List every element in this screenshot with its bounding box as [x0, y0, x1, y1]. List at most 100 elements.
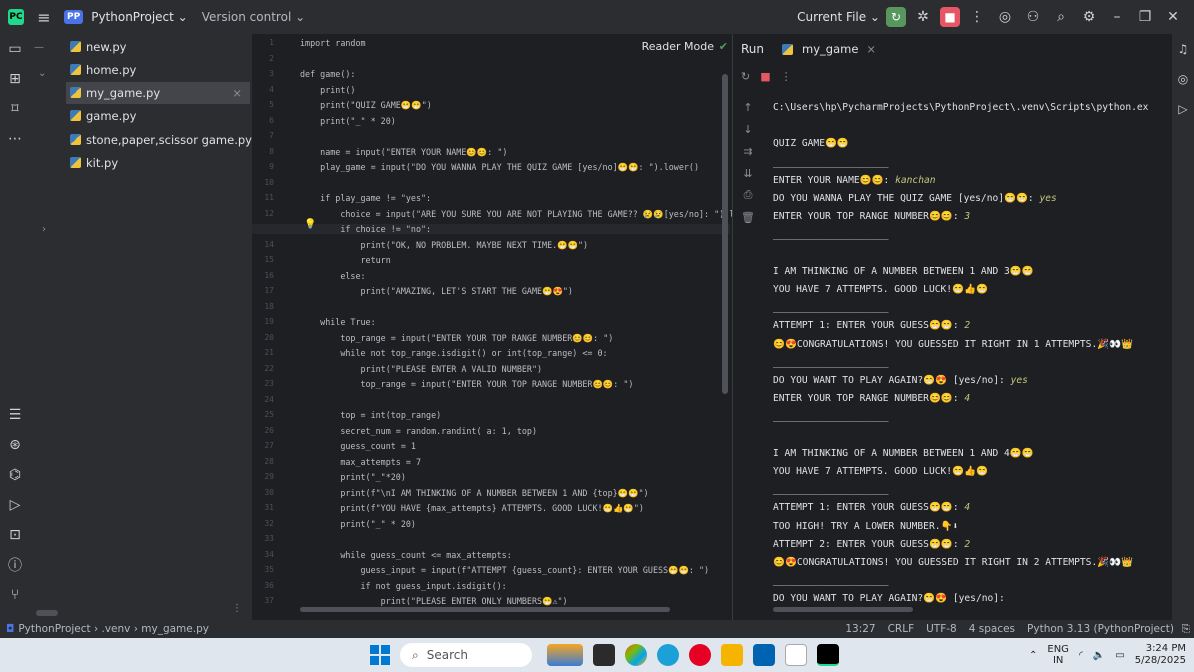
clock[interactable]: 3:24 PM 5/28/2025 — [1135, 643, 1186, 667]
wifi-icon[interactable]: ◜ — [1079, 650, 1083, 661]
notepad-icon[interactable] — [785, 644, 807, 666]
python-packages-icon[interactable]: ⊛ — [0, 430, 30, 460]
widgets-icon[interactable] — [547, 644, 583, 666]
pycharm-taskbar-icon[interactable] — [817, 644, 839, 666]
close-tab-icon[interactable]: × — [232, 82, 242, 104]
code-line[interactable]: else: — [300, 271, 365, 281]
line-separator[interactable]: CRLF — [888, 623, 915, 635]
code-line[interactable]: import random — [300, 38, 366, 48]
share-icon[interactable]: ⎘ — [1182, 623, 1190, 636]
editor-vertical-scrollbar[interactable] — [722, 74, 728, 394]
code-line[interactable]: top_range = input("ENTER YOUR TOP RANGE … — [300, 379, 634, 390]
debug-icon[interactable]: ✲ — [912, 9, 934, 25]
chevron-down-icon[interactable]: ⌄ — [38, 68, 46, 79]
terminal-icon[interactable]: ⊡ — [0, 520, 30, 550]
more-tools-icon[interactable]: ⋯ — [0, 124, 30, 154]
project-selector[interactable]: PythonProject ⌄ — [91, 10, 188, 24]
services-icon[interactable]: ▷ — [0, 490, 30, 520]
reader-mode-toggle[interactable]: Reader Mode — [642, 40, 714, 53]
breadcrumb[interactable]: PythonProject › .venv › my_game.py — [18, 623, 209, 635]
code-line[interactable]: secret_num = random.randint( a: 1, top) — [300, 426, 537, 436]
tree-item-stone-paper-scissor[interactable]: stone,paper,scissor game.py — [70, 129, 252, 151]
rerun-icon[interactable]: ↻ — [741, 70, 750, 83]
code-line[interactable]: print("_"*20) — [300, 472, 406, 482]
print-icon[interactable]: ⎙ — [733, 184, 763, 206]
code-line[interactable]: top = int(top_range) — [300, 410, 441, 420]
settings-gear-icon[interactable]: ⚙ — [1078, 9, 1100, 25]
code-line[interactable]: def game(): — [300, 69, 355, 79]
scroll-to-end-icon[interactable]: ⇊ — [733, 162, 763, 184]
code-line[interactable]: play_game = input("DO YOU WANNA PLAY THE… — [300, 162, 699, 173]
code-line[interactable]: print("PLEASE ENTER A VALID NUMBER") — [300, 364, 543, 374]
editor-horizontal-scrollbar[interactable] — [300, 607, 670, 612]
code-line[interactable]: while guess_count <= max_attempts: — [300, 550, 511, 560]
run-side-icon[interactable]: ▷ — [1172, 94, 1194, 124]
code-line[interactable]: print("QUIZ GAME😁😁") — [300, 100, 432, 111]
trash-icon[interactable]: 🗑 — [733, 206, 763, 228]
code-line[interactable]: return — [300, 255, 391, 265]
file-explorer-icon[interactable] — [721, 644, 743, 666]
code-line[interactable]: top_range = input("ENTER YOUR TOP RANGE … — [300, 333, 613, 344]
start-button[interactable] — [370, 645, 390, 665]
python-interpreter[interactable]: Python 3.13 (PythonProject) — [1027, 623, 1174, 635]
restore-icon[interactable]: ❐ — [1134, 9, 1156, 25]
arrow-up-icon[interactable]: ↑ — [733, 96, 763, 118]
git-icon[interactable]: ⑂ — [0, 580, 30, 610]
code-line[interactable]: while True: — [300, 317, 375, 327]
collapse-icon[interactable]: — — [34, 42, 44, 53]
code-line[interactable]: name = input("ENTER YOUR NAME😊😊: ") — [300, 147, 507, 158]
console-horizontal-scrollbar[interactable] — [773, 607, 913, 612]
project-folder-icon[interactable]: ▭ — [0, 34, 30, 64]
panel-more-icon[interactable]: ⋮ — [232, 603, 242, 614]
panel-scrollbar[interactable] — [36, 610, 58, 616]
code-line[interactable]: print(f"\nI AM THINKING OF A NUMBER BETW… — [300, 488, 648, 499]
code-line[interactable]: print("_" * 20) — [300, 116, 396, 126]
tree-item-kit[interactable]: kit.py — [70, 152, 250, 174]
vcs-menu[interactable]: Version control ⌄ — [202, 10, 305, 24]
structure-icon[interactable]: ⊞ — [0, 64, 30, 94]
tree-item-home[interactable]: home.py — [70, 59, 250, 81]
code-line[interactable]: if choice != "no": — [252, 224, 730, 234]
run-config-selector[interactable]: Current File ⌄ — [797, 10, 880, 24]
indent-setting[interactable]: 4 spaces — [969, 623, 1015, 635]
code-line[interactable]: choice = input("ARE YOU SURE YOU ARE NOT… — [300, 209, 734, 220]
code-editor[interactable]: 1234567891011121314151617181920212223242… — [252, 34, 734, 620]
battery-icon[interactable]: ▭ — [1115, 650, 1124, 661]
cursor-position[interactable]: 13:27 — [845, 623, 875, 635]
file-encoding[interactable]: UTF-8 — [926, 623, 957, 635]
search-icon[interactable]: ⌕ — [1050, 9, 1072, 25]
run-config-tab[interactable]: my_game × — [782, 42, 876, 56]
python-console-icon[interactable]: ⌬ — [0, 460, 30, 490]
stop-icon[interactable]: ■ — [760, 70, 770, 83]
more-icon[interactable]: ⋮ — [781, 70, 792, 83]
tree-item-game[interactable]: game.py — [70, 105, 250, 127]
language-indicator[interactable]: ENG IN — [1047, 644, 1069, 666]
arrow-down-icon[interactable]: ↓ — [733, 118, 763, 140]
task-view-icon[interactable] — [593, 644, 615, 666]
tree-item-new[interactable]: new.py — [70, 36, 250, 58]
code-line[interactable]: print("OK, NO PROBLEM. MAYBE NEXT TIME.😁… — [300, 240, 589, 251]
code-line[interactable]: print("_" * 20) — [300, 519, 416, 529]
main-menu-icon[interactable]: ≡ — [32, 8, 56, 27]
pinterest-icon[interactable] — [689, 644, 711, 666]
code-line[interactable]: max_attempts = 7 — [300, 457, 421, 467]
chevron-up-icon[interactable]: ⌃ — [1029, 650, 1037, 661]
code-line[interactable]: print() — [300, 85, 355, 95]
code-line[interactable]: print("PLEASE ENTER ONLY NUMBERS😁⚠") — [300, 596, 568, 607]
copilot-icon[interactable] — [625, 644, 647, 666]
code-line[interactable]: print("AMAZING, LET'S START THE GAME😁😍") — [300, 286, 573, 297]
minimize-icon[interactable]: – — [1106, 9, 1128, 25]
lightbulb-icon[interactable]: 💡 — [304, 219, 316, 230]
soft-wrap-icon[interactable]: ⇉ — [733, 140, 763, 162]
close-icon[interactable]: ✕ — [1162, 9, 1184, 25]
tree-item-my-game[interactable]: my_game.py × — [66, 82, 250, 104]
ai-chat-icon[interactable]: ◎ — [1172, 64, 1194, 94]
notifications-icon[interactable]: ♫ — [1172, 34, 1194, 64]
code-line[interactable]: while not top_range.isdigit() or int(top… — [300, 348, 607, 358]
close-tab-icon[interactable]: × — [866, 42, 876, 56]
ai-assistant-icon[interactable]: ◎ — [994, 9, 1016, 25]
rerun-button[interactable]: ↻ — [886, 7, 906, 27]
code-line[interactable]: if not guess_input.isdigit(): — [300, 581, 507, 591]
add-user-icon[interactable]: ⚇ — [1022, 9, 1044, 25]
edge-browser-icon[interactable] — [657, 644, 679, 666]
